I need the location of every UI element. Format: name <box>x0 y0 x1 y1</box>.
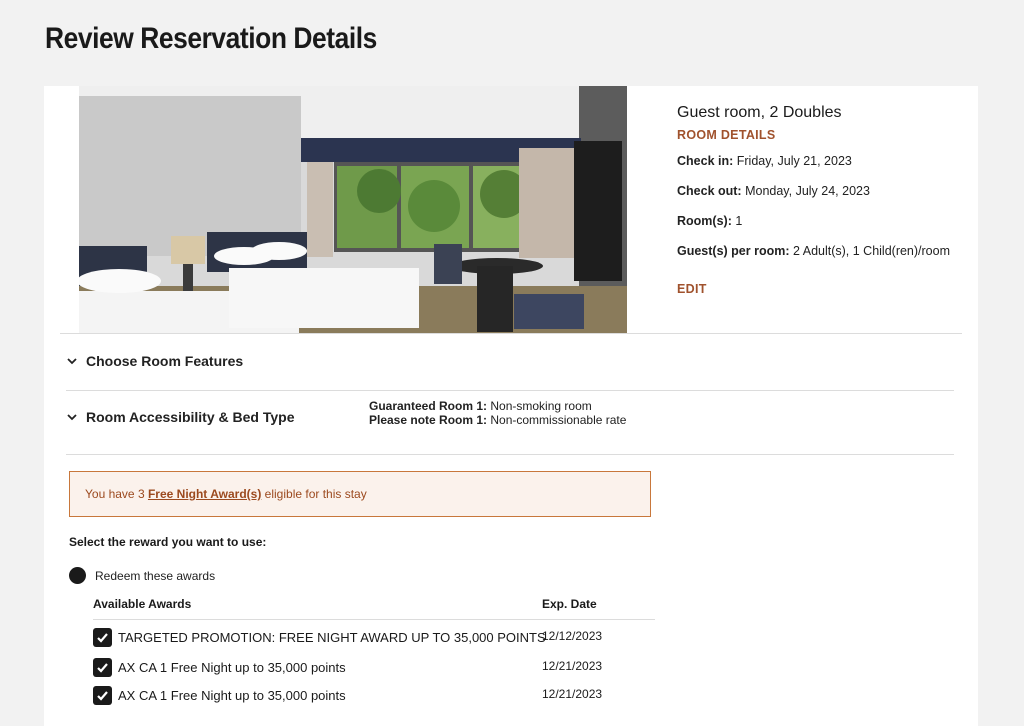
check-in-row: Check in: Friday, July 21, 2023 <box>677 154 967 168</box>
room-details-link[interactable]: ROOM DETAILS <box>677 128 967 142</box>
free-night-award-link[interactable]: Free Night Award(s) <box>148 487 261 501</box>
award-banner-suffix: eligible for this stay <box>264 487 367 501</box>
checkmark-icon <box>97 663 108 673</box>
please-note-label: Please note Room 1: <box>369 413 488 427</box>
divider <box>66 454 954 455</box>
guaranteed-row: Guaranteed Room 1: Non-smoking room <box>369 399 626 413</box>
divider <box>66 390 954 391</box>
check-out-label: Check out: <box>677 184 742 198</box>
accessibility-label: Room Accessibility & Bed Type <box>86 409 295 425</box>
award-row[interactable]: TARGETED PROMOTION: FREE NIGHT AWARD UP … <box>93 628 546 647</box>
checkmark-icon <box>97 633 108 643</box>
checkbox-checked[interactable] <box>93 628 112 647</box>
room-name: Guest room, 2 Doubles <box>677 104 842 121</box>
room-features-toggle[interactable]: Choose Room Features <box>66 353 243 369</box>
guaranteed-label: Guaranteed Room 1: <box>369 399 488 413</box>
award-name: AX CA 1 Free Night up to 35,000 points <box>118 688 346 703</box>
award-row[interactable]: AX CA 1 Free Night up to 35,000 points <box>93 686 346 705</box>
check-in-label: Check in: <box>677 154 734 168</box>
award-banner-prefix: You have 3 <box>85 487 145 501</box>
available-awards-header: Available Awards <box>93 597 192 611</box>
room-features-label: Choose Room Features <box>86 353 244 369</box>
check-out-value: Monday, July 24, 2023 <box>745 184 870 198</box>
guests-label: Guest(s) per room: <box>677 244 790 258</box>
award-row[interactable]: AX CA 1 Free Night up to 35,000 points <box>93 658 346 677</box>
rooms-value: 1 <box>735 214 743 228</box>
divider <box>93 619 655 620</box>
room-details-panel: Guest room, 2 Doubles ROOM DETAILS Check… <box>677 104 967 296</box>
guaranteed-value: Non-smoking room <box>490 399 592 413</box>
edit-link[interactable]: EDIT <box>677 282 707 296</box>
award-exp-date: 12/21/2023 <box>542 659 603 673</box>
chevron-down-icon <box>67 358 77 365</box>
guests-value: 2 Adult(s), 1 Child(ren)/room <box>793 244 951 258</box>
please-note-row: Please note Room 1: Non-commissionable r… <box>369 413 626 427</box>
check-in-value: Friday, July 21, 2023 <box>736 154 852 168</box>
check-out-row: Check out: Monday, July 24, 2023 <box>677 184 967 198</box>
rooms-row: Room(s): 1 <box>677 214 967 228</box>
chevron-down-icon <box>67 414 77 421</box>
select-reward-label: Select the reward you want to use: <box>69 535 267 549</box>
free-night-award-banner: You have 3 Free Night Award(s) eligible … <box>69 471 651 517</box>
rooms-label: Room(s): <box>677 214 732 228</box>
room-notes: Guaranteed Room 1: Non-smoking room Plea… <box>369 399 626 427</box>
exp-date-header: Exp. Date <box>542 597 597 611</box>
checkbox-checked[interactable] <box>93 686 112 705</box>
award-exp-date: 12/21/2023 <box>542 687 603 701</box>
redeem-awards-label: Redeem these awards <box>95 568 216 583</box>
redeem-awards-option[interactable]: Redeem these awards <box>69 567 215 584</box>
award-exp-date: 12/12/2023 <box>542 629 603 643</box>
divider <box>60 333 962 334</box>
reservation-card: Guest room, 2 Doubles ROOM DETAILS Check… <box>44 86 978 726</box>
award-name: TARGETED PROMOTION: FREE NIGHT AWARD UP … <box>118 630 546 645</box>
award-name: AX CA 1 Free Night up to 35,000 points <box>118 660 346 675</box>
room-photo <box>79 86 627 333</box>
accessibility-toggle[interactable]: Room Accessibility & Bed Type <box>66 409 295 425</box>
checkmark-icon <box>97 691 108 701</box>
checkbox-checked[interactable] <box>93 658 112 677</box>
guests-row: Guest(s) per room: 2 Adult(s), 1 Child(r… <box>677 244 967 258</box>
radio-selected-icon[interactable] <box>69 567 86 584</box>
please-note-value: Non-commissionable rate <box>490 413 627 427</box>
page-title: Review Reservation Details <box>45 22 377 55</box>
